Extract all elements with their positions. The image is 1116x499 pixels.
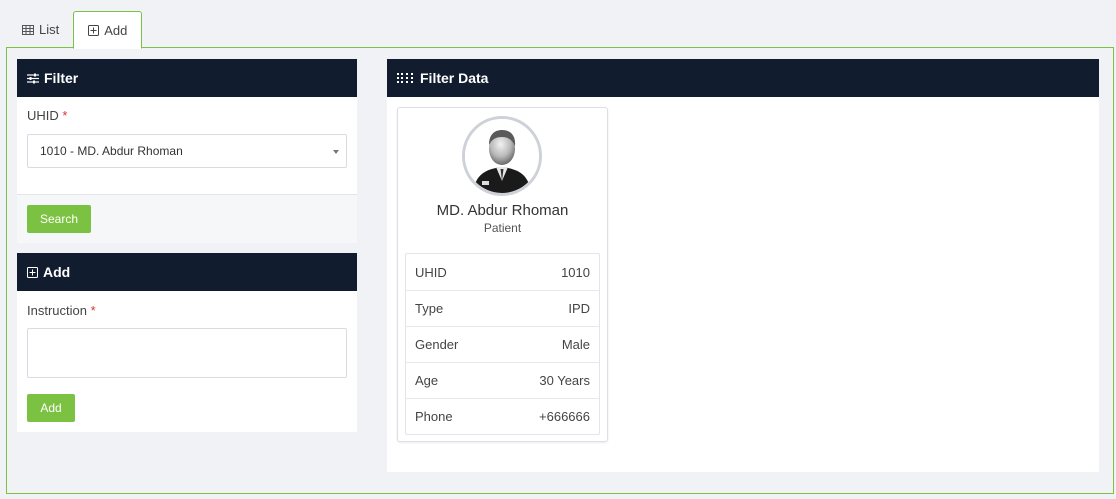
info-label: Age [415,373,439,388]
patient-card: MD. Abdur Rhoman Patient UHID 1010 Type … [397,107,608,442]
uhid-select-value: 1010 - MD. Abdur Rhoman [40,144,183,158]
info-label: Type [415,301,444,316]
search-button[interactable]: Search [27,205,91,233]
dropdown-caret-icon [333,150,339,154]
tab-add[interactable]: Add [73,11,143,49]
patient-info-list: UHID 1010 Type IPD Gender Male Age 30 Ye… [405,253,600,435]
filter-panel-footer: Search [17,194,357,243]
uhid-label: UHID * [27,108,67,123]
patient-name: MD. Abdur Rhoman [436,202,569,219]
instruction-label: Instruction * [27,303,96,318]
add-button[interactable]: Add [27,394,75,422]
info-row-gender: Gender Male [406,326,599,362]
filter-panel: Filter UHID * 1010 - MD. Abdur Rhoman Se… [17,59,357,243]
sliders-icon [27,73,39,84]
filter-data-title: Filter Data [420,70,489,86]
tab-add-label: Add [104,22,128,38]
filter-panel-header: Filter [17,59,357,97]
patient-role: Patient [483,221,522,235]
tab-list[interactable]: List [8,11,73,48]
add-button-label: Add [40,401,62,415]
table-icon [22,24,34,35]
info-label: Phone [415,409,453,424]
uhid-label-text: UHID [27,108,59,123]
filter-data-body: MD. Abdur Rhoman Patient UHID 1010 Type … [387,97,1099,472]
required-mark: * [90,303,96,318]
add-panel: Add Instruction * Add [17,253,357,432]
add-panel-title: Add [43,264,71,280]
filter-data-header: Filter Data [387,59,1099,97]
plus-square-icon [88,24,100,36]
info-row-age: Age 30 Years [406,362,599,398]
add-panel-header: Add [17,253,357,291]
uhid-select[interactable]: 1010 - MD. Abdur Rhoman [27,134,347,168]
info-value: IPD [568,301,590,316]
info-value: 1010 [561,264,590,280]
filter-data-panel: Filter Data MD. Abdur Rhoman Patient UHI… [387,59,1099,472]
required-mark: * [62,108,68,123]
tab-bar: List Add [8,11,143,49]
search-button-label: Search [39,212,79,226]
info-value: +666666 [539,409,590,424]
info-value: 30 Years [539,373,590,388]
plus-square-icon [27,266,38,278]
instruction-label-text: Instruction [27,303,87,318]
instruction-textarea[interactable] [27,328,347,378]
content-frame: Filter UHID * 1010 - MD. Abdur Rhoman Se… [6,47,1114,494]
info-label: Gender [415,337,459,352]
info-label: UHID [415,264,447,280]
tab-list-label: List [39,22,60,37]
info-value: Male [561,337,590,352]
patient-avatar-image [465,119,539,193]
info-row-phone: Phone +666666 [406,398,599,434]
info-row-type: Type IPD [406,290,599,326]
patient-avatar [462,116,542,196]
info-row-uhid: UHID 1010 [406,254,599,290]
filter-panel-title: Filter [44,70,79,86]
grid-dots-icon [397,73,415,83]
